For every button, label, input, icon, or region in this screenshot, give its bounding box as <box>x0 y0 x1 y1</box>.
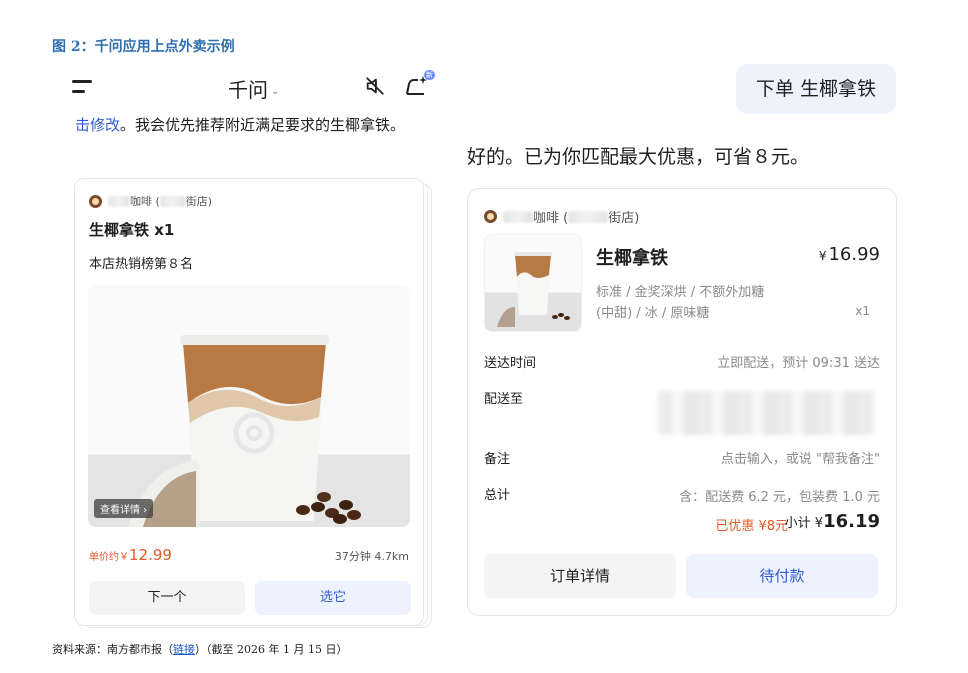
latte-cup-image <box>128 335 361 527</box>
shop-avatar-icon <box>484 210 497 223</box>
app-top-bar: 千问 ⌄ 新 <box>70 70 440 106</box>
subtotal-amount: 16.19 <box>823 511 880 532</box>
app-title-text: 千问 <box>228 78 268 102</box>
redacted-text <box>503 210 533 223</box>
order-shop-name-mid: 咖啡 ( <box>533 211 569 226</box>
subtotal-label: 小计 ¥ <box>784 516 824 531</box>
redacted-address[interactable] <box>658 391 876 435</box>
order-spec-line1: 标准 / 金奖深烘 / 不额外加糖 <box>596 285 765 300</box>
redacted-text <box>159 195 186 207</box>
previous-message-text: 。我会优先推荐附近满足要求的生椰拿铁。 <box>120 116 406 134</box>
source-prefix: 资料来源：南方都市报（ <box>52 643 173 656</box>
shop-name-mid: 咖啡 ( <box>130 195 160 208</box>
delivery-time-value[interactable]: 立即配送，预计 09:31 送达 <box>717 352 880 371</box>
edit-link[interactable]: 击修改 <box>75 116 120 134</box>
order-product-price: ¥16.99 <box>819 244 880 265</box>
redacted-text <box>108 195 130 207</box>
select-button[interactable]: 选它 <box>255 581 411 615</box>
chevron-down-icon: ⌄ <box>271 86 280 97</box>
next-button[interactable]: 下一个 <box>89 581 245 615</box>
order-product-thumbnail <box>484 234 582 332</box>
order-shop-name-end: 街店) <box>608 211 640 226</box>
delivery-time-label: 送达时间 <box>484 356 537 371</box>
unit-price: 12.99 <box>129 546 172 564</box>
sales-rank: 本店热销榜第８名 <box>89 257 194 272</box>
figure-title: 图 2：千问应用上点外卖示例 <box>52 39 235 55</box>
order-card: 咖啡 ( 街店) 生椰拿铁 ¥16.99 标准 / 金奖深烘 / 不额外加糖 (… <box>467 188 897 616</box>
note-input[interactable]: 点击输入，或说 "帮我备注" <box>721 448 880 467</box>
total-fees: 含：配送费 6.2 元，包装费 1.0 元 <box>679 490 880 505</box>
order-quantity: x1 <box>855 304 870 318</box>
shop-row: 咖啡 ( 街店) <box>89 193 212 209</box>
view-details-tag[interactable]: 查看详情 › <box>94 499 154 518</box>
product-name: 生椰拿铁 x1 <box>89 221 175 239</box>
shop-name-end: 街店) <box>185 195 213 208</box>
source-suffix: ）（截至 2026 年 1 月 15 日） <box>195 643 348 656</box>
order-price-value: 16.99 <box>828 244 880 265</box>
figure-source: 资料来源：南方都市报（链接）（截至 2026 年 1 月 15 日） <box>52 641 347 657</box>
order-details-button[interactable]: 订单详情 <box>484 554 676 598</box>
order-product-name: 生椰拿铁 <box>596 248 668 269</box>
note-label: 备注 <box>484 452 511 467</box>
delivery-eta: 37分钟 4.7km <box>334 550 409 563</box>
total-label: 总计 <box>484 488 511 503</box>
currency-symbol: ¥ <box>818 249 827 263</box>
mute-icon[interactable] <box>364 75 386 97</box>
order-shop-row: 咖啡 ( 街店) <box>484 207 639 226</box>
app-title[interactable]: 千问 ⌄ <box>228 74 279 103</box>
price-row: 单价约￥12.99 37分钟 4.7km <box>89 545 409 565</box>
product-photo[interactable]: 查看详情 › <box>88 285 410 527</box>
deliver-to-label: 配送至 <box>484 392 524 407</box>
price-prefix: 单价约￥ <box>89 552 129 563</box>
user-message-bubble: 下单 生椰拿铁 <box>736 64 896 114</box>
pending-payment-button[interactable]: 待付款 <box>686 554 878 598</box>
redacted-text <box>568 210 609 223</box>
discount-amount: 已优惠 ¥8元 <box>715 519 788 534</box>
source-link[interactable]: 链接 <box>173 643 195 656</box>
order-spec-line2: (中甜) / 冰 / 原味糖 <box>596 306 710 321</box>
menu-icon[interactable] <box>72 78 94 96</box>
shop-avatar-icon <box>89 194 102 208</box>
recommendation-card[interactable]: 咖啡 ( 街店) 生椰拿铁 x1 本店热销榜第８名 查看详情 › 单价约￥12.… <box>74 178 424 626</box>
new-badge: 新 <box>424 70 435 80</box>
assistant-reply: 好的。已为你匹配最大优惠，可省８元。 <box>467 146 810 168</box>
subtotal: 小计 ¥16.19 <box>785 511 880 532</box>
previous-message: 击修改。我会优先推荐附近满足要求的生椰拿铁。 <box>75 112 420 138</box>
